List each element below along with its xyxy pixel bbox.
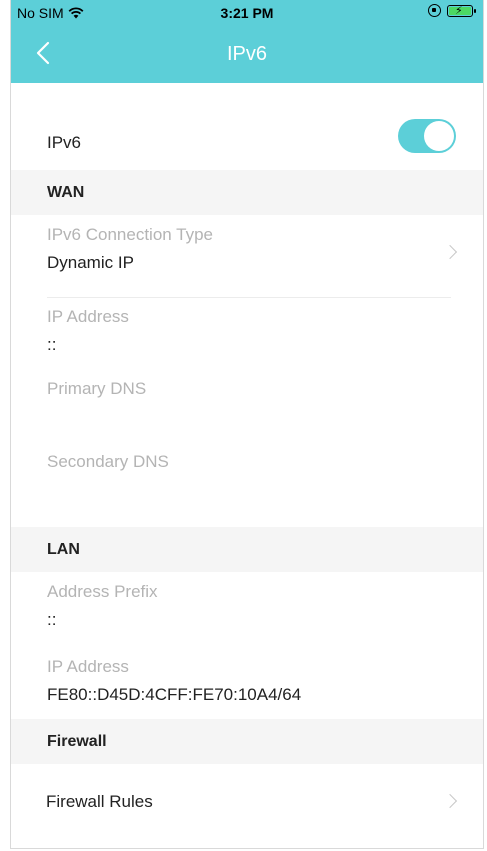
secondary-dns-label: Secondary DNS: [47, 452, 169, 471]
orientation-lock-icon: [428, 4, 441, 17]
app-frame: No SIM 3:21 PM ⚡ IPv6 IPv6 WAN IPv6 Conn…: [10, 0, 484, 849]
firewall-title: Firewall: [47, 733, 107, 750]
wan-title: WAN: [47, 184, 85, 201]
top-bar: No SIM 3:21 PM ⚡ IPv6: [11, 0, 483, 83]
wan-ip-address-value: ::: [47, 335, 57, 354]
toggle-knob: [424, 121, 454, 151]
status-time: 3:21 PM: [220, 5, 274, 21]
lan-title: LAN: [47, 541, 80, 558]
ipv6-toggle-label: IPv6: [47, 133, 82, 152]
page-title: IPv6: [226, 43, 268, 65]
lan-ip-address-field: IP Address FE80::D45D:4CFF:FE70:10A4/64: [11, 647, 483, 719]
status-bar: No SIM 3:21 PM ⚡: [11, 0, 483, 26]
firewall-rules-row[interactable]: Firewall Rules: [11, 764, 483, 839]
section-header-firewall: Firewall: [11, 719, 483, 764]
connection-type-label: IPv6 Connection Type: [47, 225, 214, 244]
wan-ip-address-label: IP Address: [47, 307, 129, 326]
chevron-right-icon: [442, 793, 458, 809]
secondary-dns-field: Secondary DNS: [11, 443, 483, 527]
ipv6-toggle-switch[interactable]: [398, 119, 456, 153]
battery-icon: ⚡: [447, 4, 476, 17]
section-header-lan: LAN: [11, 527, 483, 572]
ipv6-connection-type-row[interactable]: IPv6 Connection Type Dynamic IP: [11, 215, 483, 297]
nav-bar: IPv6: [11, 26, 483, 83]
address-prefix-value: ::: [47, 610, 57, 629]
primary-dns-label: Primary DNS: [47, 379, 147, 398]
status-right-icons: ⚡: [428, 4, 476, 17]
address-prefix-label: Address Prefix: [47, 582, 158, 601]
section-header-wan: WAN: [11, 170, 483, 215]
lan-ip-address-label: IP Address: [47, 657, 129, 676]
lan-ip-address-value: FE80::D45D:4CFF:FE70:10A4/64: [47, 685, 302, 704]
ipv6-toggle-row: IPv6: [11, 83, 483, 170]
address-prefix-field: Address Prefix ::: [11, 572, 483, 647]
primary-dns-field: Primary DNS: [11, 370, 483, 443]
connection-type-value: Dynamic IP: [47, 253, 134, 272]
wan-ip-address-field: IP Address ::: [11, 298, 483, 370]
firewall-rules-label: Firewall Rules: [46, 792, 153, 811]
charging-bolt-icon: ⚡: [455, 4, 463, 17]
